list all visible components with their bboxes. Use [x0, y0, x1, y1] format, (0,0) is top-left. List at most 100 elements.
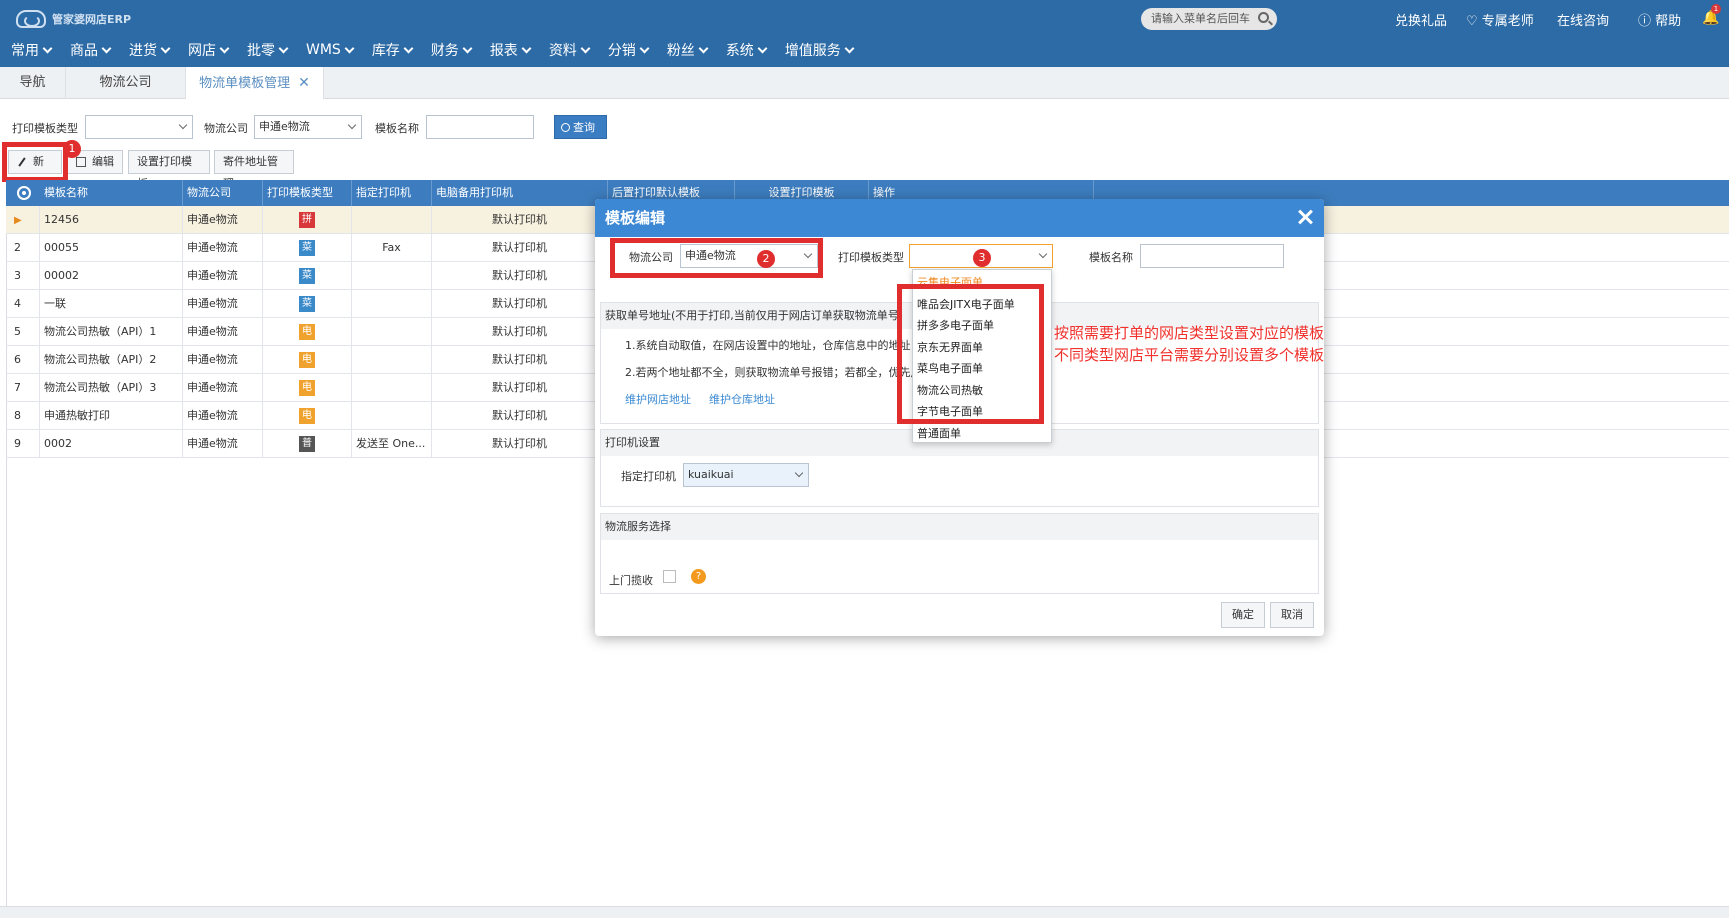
exclusive-teacher-label: 专属老师 — [1481, 14, 1534, 29]
row-index: 9 — [6, 430, 40, 458]
maintain-shop-address-link[interactable]: 维护网店地址 — [625, 391, 691, 407]
tab-navigation[interactable]: 导航 — [0, 67, 66, 99]
nav-inventory[interactable]: 库存 — [361, 38, 414, 62]
chevron-down-icon — [757, 43, 768, 53]
row-index: 7 — [6, 374, 40, 402]
help-icon[interactable]: ? — [691, 569, 706, 584]
service-section: 物流服务选择 上门揽收 ? — [600, 513, 1319, 594]
close-icon[interactable]: ✕ — [298, 75, 310, 91]
nav-data[interactable]: 资料 — [538, 38, 591, 62]
ok-button[interactable]: 确定 — [1221, 602, 1265, 628]
logistics-company-select[interactable]: 申通e物流 — [254, 115, 362, 139]
sender-address-button[interactable]: 寄件地址管理 — [214, 150, 294, 190]
logo[interactable]: 管家婆网店ERP — [16, 8, 131, 30]
chevron-down-icon — [278, 43, 289, 53]
tab-logistics-template[interactable]: 物流单模板管理 ✕ — [186, 67, 324, 99]
nav-wms[interactable]: WMS — [295, 38, 355, 62]
help-icon: ⓘ — [1638, 14, 1652, 29]
col-template-name[interactable]: 模板名称 — [40, 180, 183, 206]
chevron-down-icon — [462, 43, 473, 53]
search-icon[interactable] — [1258, 12, 1269, 23]
nav-reports[interactable]: 报表 — [479, 38, 532, 62]
menu-search-input[interactable]: 请输入菜单名后回车 — [1141, 8, 1277, 30]
chevron-down-icon — [178, 120, 188, 130]
col-backup-printer[interactable]: 电脑备用打印机 — [432, 180, 608, 206]
maintain-warehouse-address-link[interactable]: 维护仓库地址 — [709, 391, 775, 407]
row-print-type: 菜 — [263, 290, 352, 318]
help-label: 帮助 — [1655, 14, 1682, 29]
cancel-button[interactable]: 取消 — [1270, 602, 1314, 628]
col-logistics-company[interactable]: 物流公司 — [183, 180, 263, 206]
tab-logistics-company[interactable]: 物流公司 — [66, 67, 186, 99]
type-tag: 电 — [299, 352, 315, 368]
row-template-name: 一联 — [40, 290, 183, 318]
chevron-down-icon — [347, 120, 357, 130]
nav-fans[interactable]: 粉丝 — [656, 38, 709, 62]
highlight-box-company — [610, 238, 823, 278]
nav-common[interactable]: 常用 — [0, 38, 53, 62]
row-index: 2 — [6, 234, 40, 262]
exchange-gifts-link[interactable]: 兑换礼品 — [1395, 10, 1447, 29]
row-backup-printer: 默认打印机 — [432, 206, 608, 234]
row-print-type: 电 — [263, 374, 352, 402]
nav-purchase[interactable]: 进货 — [118, 38, 171, 62]
chevron-down-icon — [101, 43, 112, 53]
col-print-type[interactable]: 打印模板类型 — [263, 180, 352, 206]
tab-bar: 导航 物流公司 物流单模板管理 ✕ — [0, 67, 1729, 99]
nav-value-added[interactable]: 增值服务 — [774, 38, 855, 62]
row-print-type: 电 — [263, 318, 352, 346]
set-print-template-button[interactable]: 设置打印模板 — [128, 150, 210, 190]
step-marker-3: 3 — [973, 249, 991, 267]
step-marker-2: 2 — [757, 250, 775, 268]
row-print-type: 拼 — [263, 206, 352, 234]
chevron-down-icon — [844, 43, 855, 53]
exclusive-teacher-link[interactable]: ♡ 专属老师 — [1466, 10, 1534, 29]
row-index: 8 — [6, 402, 40, 430]
nav-distribution[interactable]: 分销 — [597, 38, 650, 62]
chevron-down-icon — [1038, 249, 1048, 259]
row-logistics-company: 申通e物流 — [183, 430, 263, 458]
type-tag: 电 — [299, 380, 315, 396]
annotation-line-2: 不同类型网店平台需要分别设置多个模板 — [1054, 346, 1325, 364]
help-link[interactable]: ⓘ 帮助 — [1638, 10, 1681, 29]
type-tag: 菜 — [299, 296, 315, 312]
chevron-down-icon — [794, 468, 804, 478]
annotation-line-1: 按照需要打单的网店类型设置对应的模板 — [1054, 324, 1325, 342]
query-button[interactable]: 查询 — [554, 115, 607, 139]
bell-icon[interactable]: 🔔 1 — [1702, 4, 1721, 26]
online-consult-link[interactable]: 在线咨询 — [1557, 10, 1609, 29]
col-printer[interactable]: 指定打印机 — [352, 180, 432, 206]
close-icon[interactable] — [1296, 208, 1314, 226]
template-name-input[interactable] — [426, 115, 534, 139]
row-logistics-company: 申通e物流 — [183, 234, 263, 262]
dialog-template-name-input[interactable] — [1140, 244, 1284, 268]
type-tag: 菜 — [299, 240, 315, 256]
row-print-type: 普 — [263, 430, 352, 458]
chevron-down-icon — [580, 43, 591, 53]
status-bar — [0, 906, 1729, 918]
nav-goods[interactable]: 商品 — [59, 38, 112, 62]
printer-label: 指定打印机 — [621, 470, 676, 483]
row-printer — [352, 346, 432, 374]
print-type-select[interactable] — [85, 115, 193, 139]
logistics-company-label: 物流公司 — [204, 122, 248, 135]
nav-system[interactable]: 系统 — [715, 38, 768, 62]
row-logistics-company: 申通e物流 — [183, 206, 263, 234]
highlight-box-options — [897, 284, 1044, 424]
row-template-name: 物流公司热敏（API）3 — [40, 374, 183, 402]
row-logistics-company: 申通e物流 — [183, 290, 263, 318]
row-backup-printer: 默认打印机 — [432, 262, 608, 290]
gear-icon[interactable] — [17, 186, 31, 200]
nav-finance[interactable]: 财务 — [420, 38, 473, 62]
row-printer: 发送至 One... — [352, 430, 432, 458]
dropdown-option[interactable]: 普通面单 — [917, 425, 961, 441]
highlight-box-new — [2, 142, 68, 182]
row-backup-printer: 默认打印机 — [432, 234, 608, 262]
chevron-down-icon — [219, 43, 230, 53]
nav-online-store[interactable]: 网店 — [177, 38, 230, 62]
row-backup-printer: 默认打印机 — [432, 402, 608, 430]
chevron-down-icon — [160, 43, 171, 53]
printer-select[interactable]: kuaikuai — [683, 463, 809, 487]
pickup-checkbox[interactable] — [663, 570, 676, 583]
nav-wholesale-retail[interactable]: 批零 — [236, 38, 289, 62]
